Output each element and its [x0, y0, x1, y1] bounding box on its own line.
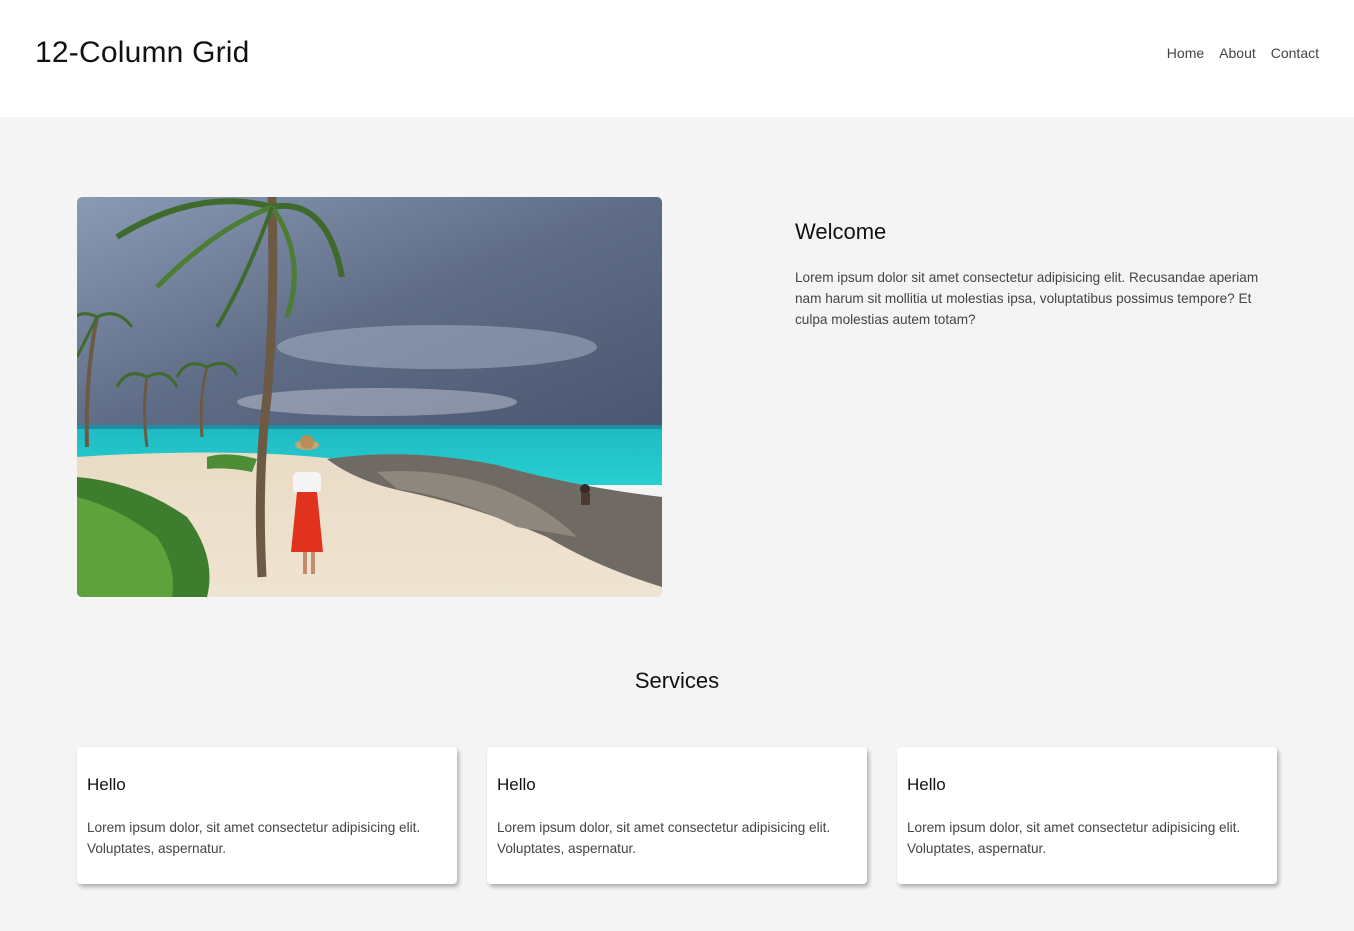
hero-beach-image [77, 197, 662, 597]
service-card-title: Hello [87, 775, 126, 794]
main-content: Welcome Lorem ipsum dolor sit amet conse… [0, 117, 1354, 931]
services-title: Services [634, 668, 720, 693]
beach-palm-photo [77, 197, 662, 597]
service-card-text: Lorem ipsum dolor, sit amet consectetur … [87, 820, 421, 856]
service-card-title: Hello [497, 775, 536, 794]
main-nav: Home About Contact [1167, 45, 1319, 61]
site-logo[interactable]: 12-Column Grid [35, 36, 250, 70]
service-card: Hello Lorem ipsum dolor, sit amet consec… [77, 747, 457, 884]
service-card-text: Lorem ipsum dolor, sit amet consectetur … [907, 820, 1241, 856]
nav-link-contact[interactable]: Contact [1271, 45, 1319, 61]
nav-link-home[interactable]: Home [1167, 45, 1204, 61]
service-card: Hello Lorem ipsum dolor, sit amet consec… [897, 747, 1277, 884]
site-header: 12-Column Grid Home About Contact [0, 0, 1354, 117]
welcome-section: Welcome Lorem ipsum dolor sit amet conse… [795, 219, 1275, 330]
welcome-text: Lorem ipsum dolor sit amet consectetur a… [795, 270, 1259, 327]
nav-link-about[interactable]: About [1219, 45, 1256, 61]
welcome-title: Welcome [795, 219, 887, 244]
service-card: Hello Lorem ipsum dolor, sit amet consec… [487, 747, 867, 884]
service-card-text: Lorem ipsum dolor, sit amet consectetur … [497, 820, 831, 856]
service-card-title: Hello [907, 775, 946, 794]
